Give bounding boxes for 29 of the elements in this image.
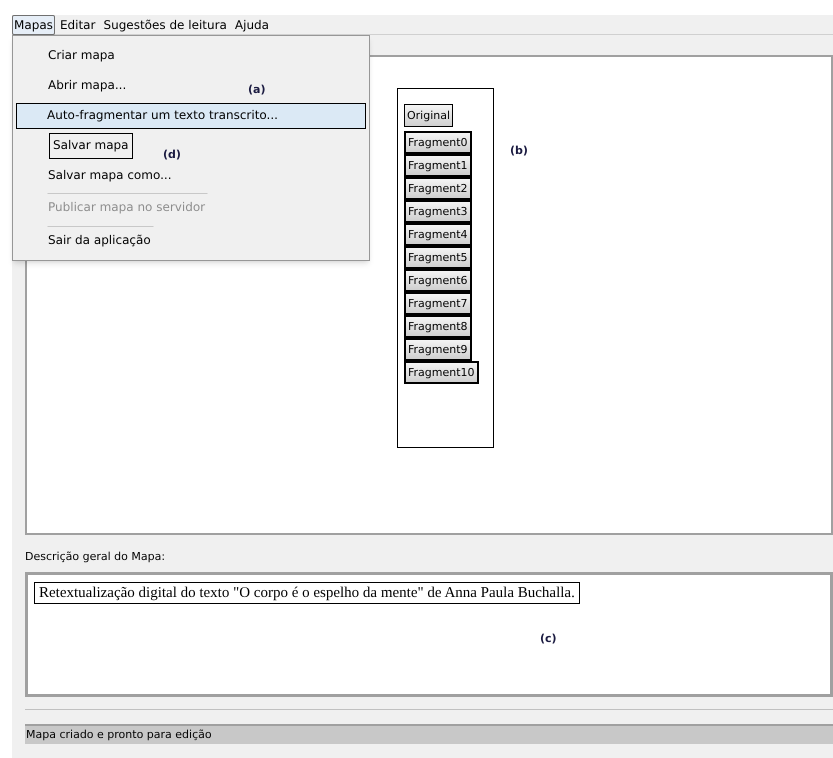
fragment-button[interactable]: Fragment8 (404, 315, 472, 338)
menu-title[interactable]: Mapas (12, 14, 55, 34)
menu-item[interactable]: Sair da aplicação (47, 226, 154, 255)
fragment-button[interactable]: Fragment7 (404, 292, 472, 315)
menu-title[interactable]: Sugestões de leitura (100, 14, 230, 34)
fragment-button[interactable]: Fragment10 (404, 361, 479, 384)
fragment-button[interactable]: Fragment9 (404, 338, 472, 361)
description-label: Descrição geral do Mapa: (25, 549, 166, 565)
description-text[interactable]: Retextualização digital do texto "O corpo é o espelho da mente" de Anna Paula Buchalla. (34, 582, 580, 604)
menu-item[interactable]: Salvar mapa como... (47, 163, 175, 189)
fragment-button[interactable]: Fragment3 (404, 200, 472, 223)
annotation-label: (b) (510, 143, 528, 159)
status-bar: Mapa criado e pronto para edição (25, 724, 833, 744)
fragment-button[interactable]: Fragment2 (404, 177, 472, 200)
menu-item[interactable]: Auto-fragmentar um texto transcrito... (16, 103, 366, 129)
menu-title[interactable]: Ajuda (232, 14, 272, 34)
fragment-button[interactable]: Fragment0 (404, 131, 472, 154)
annotation-label: (d) (163, 147, 181, 163)
fragment-button[interactable]: Fragment6 (404, 269, 472, 292)
fragment-button[interactable]: Original (404, 104, 454, 127)
menu-title[interactable]: Editar (56, 14, 98, 34)
annotation-label: (a) (248, 82, 266, 98)
menu-item[interactable]: Criar mapa (47, 43, 118, 69)
fragment-button[interactable]: Fragment4 (404, 223, 472, 246)
annotation-label: (c) (540, 631, 557, 647)
menu-item[interactable]: Salvar mapa (49, 133, 133, 159)
fragment-button[interactable]: Fragment5 (404, 246, 472, 269)
menu-item[interactable]: Abrir mapa... (47, 73, 130, 99)
fragment-button[interactable]: Fragment1 (404, 154, 472, 177)
